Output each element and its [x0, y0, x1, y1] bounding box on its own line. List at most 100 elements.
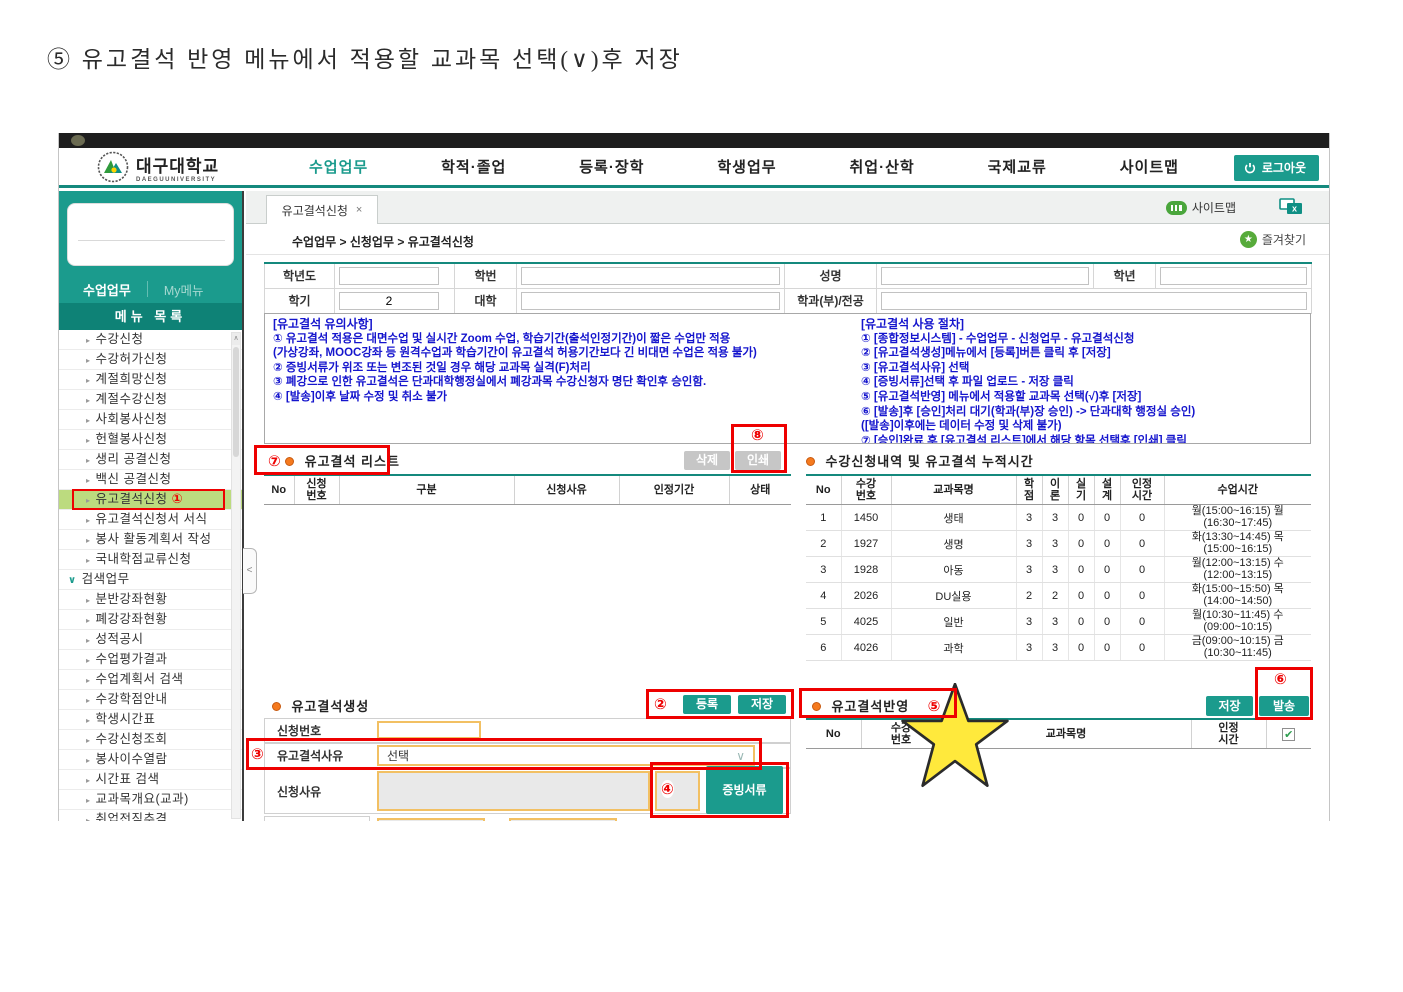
nav-item-5[interactable]: 취업·산학	[850, 156, 915, 177]
dept-input[interactable]	[881, 291, 1307, 310]
sidebar-item-18[interactable]: ▸ 수업계획서 검색	[59, 670, 242, 690]
notice-line: ([발송]이후에는 데이터 수정 및 삭제 불가)	[861, 420, 1062, 433]
arrow-right-icon: ▸	[86, 416, 91, 425]
sidebar-scrollbar[interactable]: ∧	[231, 332, 241, 819]
save-button-reflect[interactable]: 저장	[1206, 696, 1253, 716]
enroll-col-header: 실 기	[1067, 474, 1095, 505]
scrollbar-thumb[interactable]	[233, 347, 239, 457]
sidebar-item-17[interactable]: ▸ 수업평가결과	[59, 650, 242, 670]
arrow-right-icon: ▸	[86, 616, 91, 625]
sitemap-link[interactable]: 사이트맵	[1165, 199, 1236, 216]
university-logo-icon	[97, 151, 129, 183]
send-button[interactable]: 발송	[1259, 696, 1309, 716]
grade-input[interactable]	[1160, 266, 1307, 285]
reflect-col-header: No	[806, 718, 862, 749]
studentno-input[interactable]	[521, 266, 780, 285]
nav-item-7[interactable]: 사이트맵	[1120, 156, 1179, 177]
sidebar-item-5[interactable]: ▸ 사회봉사신청	[59, 410, 242, 430]
arrow-right-icon: ▸	[86, 776, 91, 785]
scroll-up-icon[interactable]: ∧	[232, 333, 240, 345]
sidebar-item-4[interactable]: ▸ 계절수강신청	[59, 390, 242, 410]
university-logo[interactable]: 대구대학교 DAEGUUNIVERSITY	[97, 151, 219, 183]
sidebar-tab-mymenu[interactable]: My메뉴	[164, 280, 204, 299]
enroll-cell: 3	[1041, 504, 1069, 531]
enroll-cell: 2	[1041, 582, 1069, 609]
university-name-en: DAEGUUNIVERSITY	[136, 176, 217, 183]
sidebar-item-14[interactable]: ▸ 분반강좌현황	[59, 590, 242, 610]
sidebar-tab-work[interactable]: 수업업무	[83, 280, 131, 299]
sidebar-item-6[interactable]: ▸ 헌혈봉사신청	[59, 430, 242, 450]
sidebar-item-20[interactable]: ▸ 학생시간표	[59, 710, 242, 730]
nav-item-1[interactable]: 수업업무	[309, 156, 368, 177]
sidebar-item-15[interactable]: ▸ 폐강강좌현황	[59, 610, 242, 630]
sidebar-item-label: 백신 공결신청	[95, 472, 172, 486]
sidebar-item-7[interactable]: ▸ 생리 공결신청	[59, 450, 242, 470]
enroll-cell: DU실용	[890, 582, 1017, 609]
save-button-create[interactable]: 저장	[738, 695, 786, 714]
sidebar-tab-divider	[146, 281, 148, 297]
sidebar-item-23[interactable]: ▸ 시간표 검색	[59, 770, 242, 790]
app-no-input[interactable]	[377, 721, 481, 739]
tab-close-icon[interactable]: ×	[356, 204, 362, 216]
college-input[interactable]	[521, 291, 780, 310]
sidebar-item-label: 학생시간표	[95, 712, 156, 726]
close-all-windows-icon[interactable]: x	[1279, 198, 1303, 215]
arrow-right-icon: ▸	[86, 656, 91, 665]
year-input[interactable]	[339, 266, 439, 285]
reason-select[interactable]: 선택 ∨	[377, 745, 755, 766]
reflect-col-header: 수강 번호	[860, 718, 942, 749]
delete-button[interactable]: 삭제	[684, 451, 730, 470]
sidebar-item-9[interactable]: ▸ 유고결석신청 ①	[59, 489, 242, 510]
name-input[interactable]	[881, 266, 1089, 285]
period-end-input[interactable]: ▦	[509, 818, 617, 821]
nav-item-6[interactable]: 국제교류	[988, 156, 1047, 177]
sidebar-item-8[interactable]: ▸ 백신 공결신청	[59, 470, 242, 490]
logout-button[interactable]: 로그아웃	[1233, 155, 1319, 181]
reflect-col-header: 교과목명	[940, 718, 1192, 749]
sidebar-item-24[interactable]: ▸ 교과목개요(교과)	[59, 790, 242, 810]
print-button[interactable]: 인쇄	[735, 451, 781, 470]
sidebar-item-16[interactable]: ▸ 성적공시	[59, 630, 242, 650]
period-start-input[interactable]: ▦	[377, 818, 485, 821]
sidebar-item-label: 성적공시	[95, 632, 144, 646]
sidebar-item-label: 계절수강신청	[95, 392, 168, 406]
chevron-down-icon: ∨	[736, 748, 745, 763]
sidebar-item-13[interactable]: ∨ 검색업무	[59, 570, 242, 590]
register-button[interactable]: 등록	[683, 695, 731, 714]
enroll-cell: 일반	[890, 608, 1017, 635]
sidebar-item-19[interactable]: ▸ 수강학점안내	[59, 690, 242, 710]
sidebar-item-21[interactable]: ▸ 수강신청조회	[59, 730, 242, 750]
attach-button[interactable]: 증빙서류	[706, 766, 783, 814]
section-bullet-icon	[285, 457, 295, 466]
enroll-cell: 1927	[840, 530, 892, 557]
tab-yugo-application[interactable]: 유고결석신청 ×	[266, 195, 378, 224]
nav-item-2[interactable]: 학적·졸업	[441, 156, 506, 177]
sidebar-item-label: 시간표 검색	[95, 772, 160, 786]
favorites-button[interactable]: ★ 즐겨찾기	[1239, 231, 1306, 248]
reason-select-label: 유고결석사유	[264, 743, 370, 768]
table-row: 3 1928 아동 3 3 0 0 0 월(12:00~13:15) 수(12:00~13:15…	[806, 556, 1311, 583]
checkbox-checked-icon[interactable]: ✔	[1282, 727, 1296, 741]
app-reason-textarea[interactable]	[377, 771, 650, 811]
sidebar-item-12[interactable]: ▸ 국내학점교류신청	[59, 550, 242, 570]
app-window: 대구대학교 DAEGUUNIVERSITY 수업업무 학적·졸업 등록·장학 학생업무…	[58, 133, 1330, 821]
sidebar-item-22[interactable]: ▸ 봉사이수열람	[59, 750, 242, 770]
sidebar-item-25[interactable]: ▸ 취업전직추격	[59, 810, 242, 821]
semester-input[interactable]	[339, 291, 439, 310]
app-no-label: 신청번호	[264, 718, 370, 743]
sidebar-item-3[interactable]: ▸ 계절희망신청	[59, 370, 242, 390]
sidebar-item-1[interactable]: ▸ 수강신청	[59, 330, 242, 350]
annotation-4: ④	[661, 780, 674, 798]
sidebar-item-2[interactable]: ▸ 수강허가신청	[59, 350, 242, 370]
sidebar-item-label: 국내학점교류신청	[95, 552, 192, 566]
sidebar-collapse-handle[interactable]: <	[243, 548, 257, 594]
nav-item-3[interactable]: 등록·장학	[579, 156, 644, 177]
sidebar-item-10[interactable]: ▸ 유고결석신청서 서식	[59, 510, 242, 530]
notice-line: ① 유고결석 적용은 대면수업 및 실시간 Zoom 수업, 학습기간(출석인정…	[273, 332, 731, 345]
notice-title: [유고결석 사용 절차]	[861, 317, 964, 331]
enroll-cell: 생명	[890, 530, 1017, 557]
sidebar-item-11[interactable]: ▸ 봉사 활동계획서 작성	[59, 530, 242, 550]
enroll-cell: 0	[1067, 530, 1095, 557]
reflect-check-header: ✔	[1265, 718, 1311, 749]
nav-item-4[interactable]: 학생업무	[717, 156, 776, 177]
